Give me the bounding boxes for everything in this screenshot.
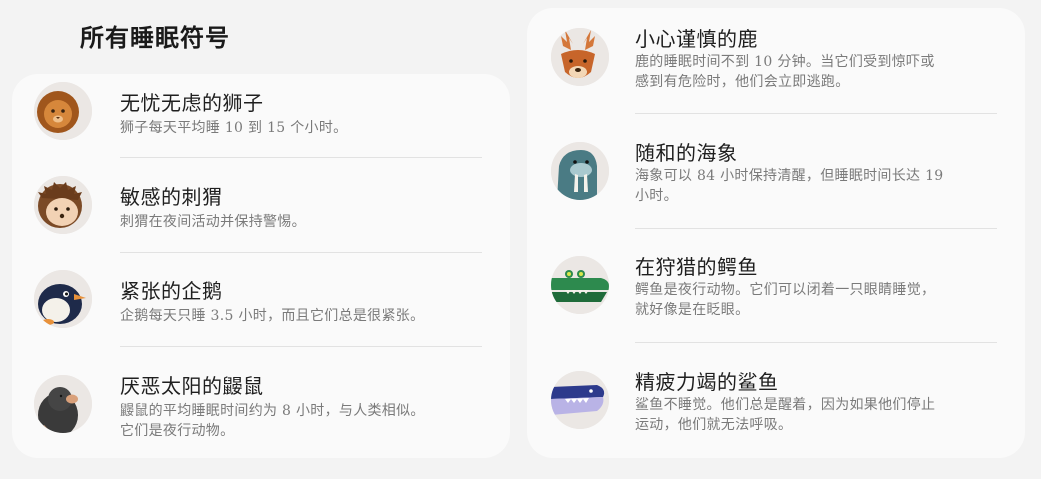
item-name: 敏感的刺猬 (120, 185, 223, 209)
item-name: 随和的海象 (635, 141, 738, 165)
left-symbols-card: 无忧无虑的狮子 狮子每天平均睡 10 到 15 个小时。 敏感的刺猬 刺猬在夜间… (12, 74, 510, 458)
item-name: 紧张的企鹅 (120, 279, 223, 303)
item-description-line2: 就好像是在眨眼。 (635, 302, 750, 318)
hedgehog-icon (34, 176, 92, 234)
list-item-penguin[interactable]: 紧张的企鹅 企鹅每天只睡 3.5 小时，而且它们总是很紧张。 (12, 252, 510, 346)
item-name: 小心谨慎的鹿 (635, 27, 758, 51)
list-item-hedgehog[interactable]: 敏感的刺猬 刺猬在夜间活动并保持警惕。 (12, 158, 510, 252)
list-item-deer[interactable]: 小心谨慎的鹿 鹿的睡眠时间不到 10 分钟。当它们受到惊吓或 感到有危险时，他们… (527, 8, 1025, 114)
item-description: 刺猬在夜间活动并保持警惕。 (120, 214, 306, 230)
sleep-symbols-page: 所有睡眠符号 无忧无虑的狮子 狮子每天平均睡 10 到 15 个小时。 敏感的刺… (0, 0, 1041, 479)
item-description: 狮子每天平均睡 10 到 15 个小时。 (120, 120, 348, 136)
item-name: 在狩猎的鳄鱼 (635, 255, 758, 279)
item-description-line2: 感到有危险时，他们会立即逃跑。 (635, 74, 850, 90)
list-item-mole[interactable]: 厌恶太阳的鼹鼠 鼹鼠的平均睡眠时间约为 8 小时，与人类相似。 它们是夜行动物。 (12, 346, 510, 458)
item-description: 企鹅每天只睡 3.5 小时，而且它们总是很紧张。 (120, 308, 425, 324)
list-item-crocodile[interactable]: 在狩猎的鳄鱼 鳄鱼是夜行动物。它们可以闭着一只眼睛睡觉， 就好像是在眨眼。 (527, 228, 1025, 342)
item-description-line2: 它们是夜行动物。 (120, 423, 235, 439)
item-description-line1: 鳄鱼是夜行动物。它们可以闭着一只眼睛睡觉， (635, 282, 936, 298)
list-item-walrus[interactable]: 随和的海象 海象可以 84 小时保持清醒，但睡眠时间长达 19 小时。 (527, 113, 1025, 228)
item-name: 精疲力竭的鲨鱼 (635, 370, 779, 394)
shark-icon (551, 371, 609, 429)
lion-icon (34, 82, 92, 140)
item-name: 厌恶太阳的鼹鼠 (120, 374, 264, 398)
right-symbols-card: 小心谨慎的鹿 鹿的睡眠时间不到 10 分钟。当它们受到惊吓或 感到有危险时，他们… (527, 8, 1025, 458)
penguin-icon (34, 270, 92, 328)
item-description-line1: 鹿的睡眠时间不到 10 分钟。当它们受到惊吓或 (635, 54, 935, 70)
page-title: 所有睡眠符号 (80, 23, 230, 52)
item-description-line2: 小时。 (635, 188, 678, 204)
item-description-line1: 海象可以 84 小时保持清醒，但睡眠时间长达 19 (635, 168, 944, 184)
item-description-line1: 鼹鼠的平均睡眠时间约为 8 小时，与人类相似。 (120, 403, 425, 419)
deer-icon (551, 28, 609, 86)
walrus-icon (551, 142, 609, 200)
list-item-shark[interactable]: 精疲力竭的鲨鱼 鲨鱼不睡觉。他们总是醒着，因为如果他们停止 运动，他们就无法呼吸… (527, 342, 1025, 458)
crocodile-icon (551, 256, 609, 314)
item-name: 无忧无虑的狮子 (120, 91, 264, 115)
mole-icon (34, 375, 92, 433)
item-description-line2: 运动，他们就无法呼吸。 (635, 417, 793, 433)
list-item-lion[interactable]: 无忧无虑的狮子 狮子每天平均睡 10 到 15 个小时。 (12, 74, 510, 158)
item-description-line1: 鲨鱼不睡觉。他们总是醒着，因为如果他们停止 (635, 397, 936, 413)
